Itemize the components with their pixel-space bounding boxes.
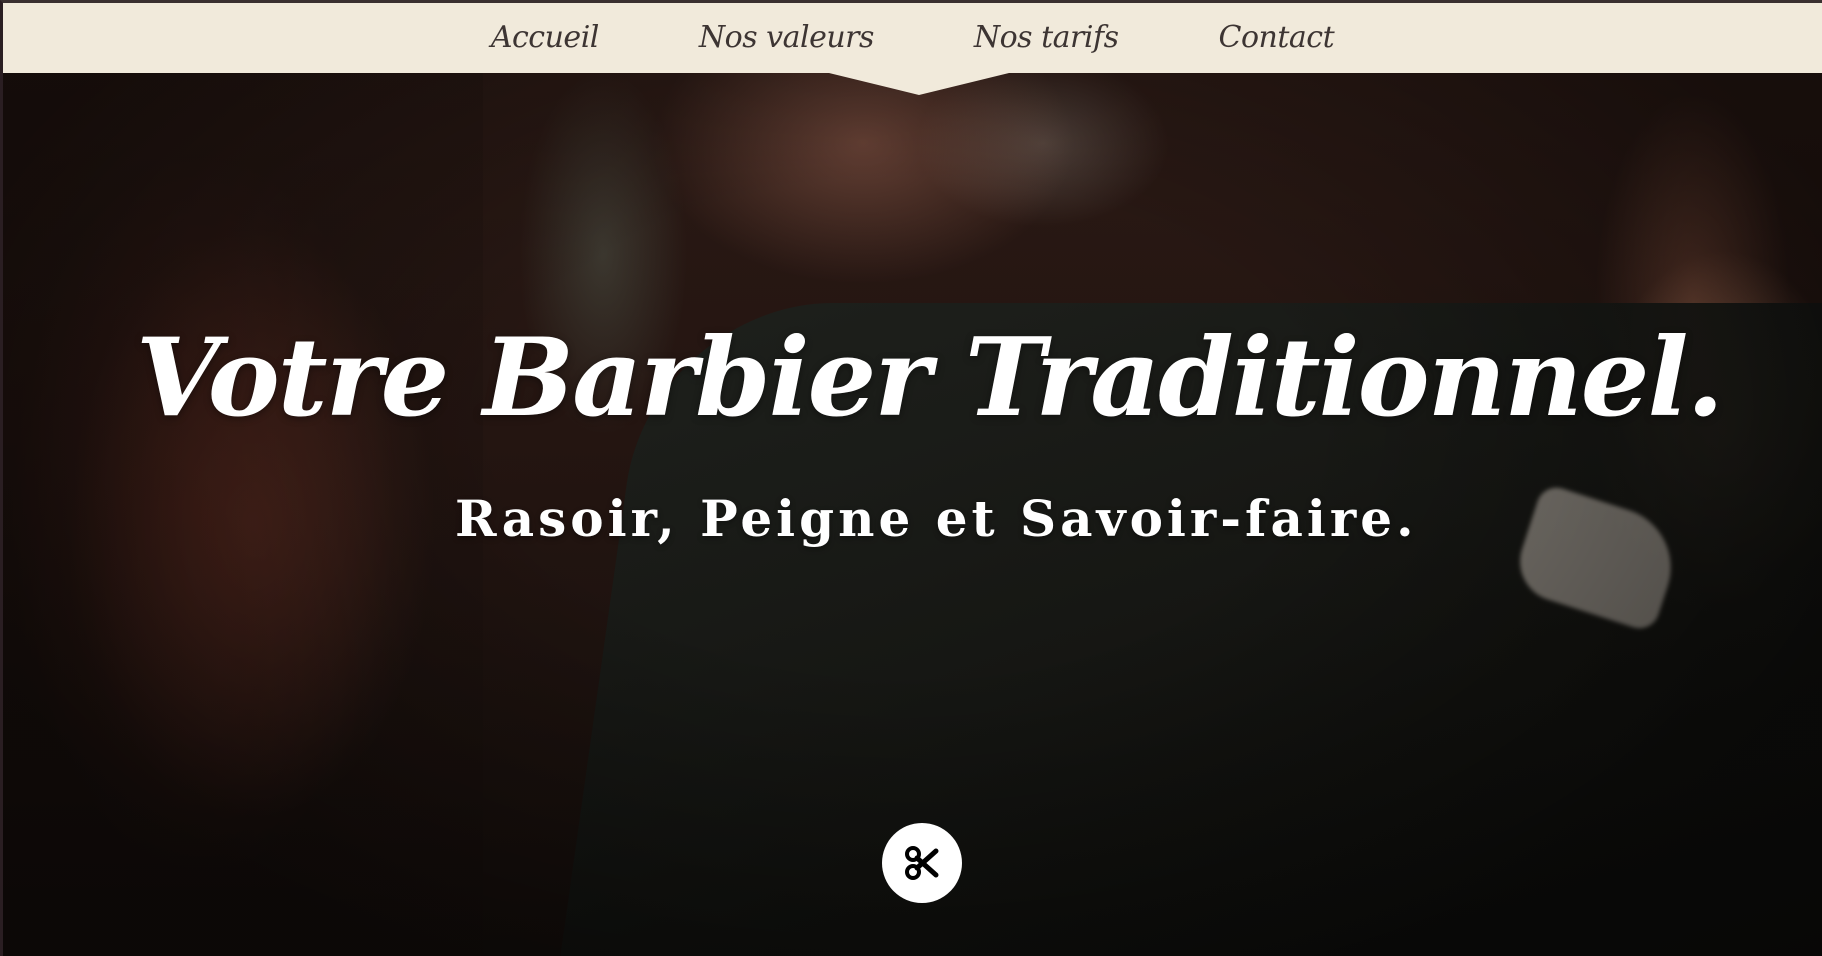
hero-title: Votre Barbier Traditionnel.	[135, 315, 1724, 441]
nav-notch-decoration	[829, 73, 1009, 95]
scissors-icon	[905, 846, 939, 880]
hero-background-image	[3, 3, 1822, 956]
nav-link-contact[interactable]: Contact	[1169, 3, 1385, 73]
nav-link-accueil[interactable]: Accueil	[441, 3, 649, 73]
nav-link-nos-valeurs[interactable]: Nos valeurs	[649, 3, 924, 73]
scroll-down-button[interactable]	[882, 823, 962, 903]
top-navigation: Accueil Nos valeurs Nos tarifs Contact	[3, 3, 1822, 73]
hero-subtitle: Rasoir, Peigne et Savoir-faire.	[455, 489, 1418, 548]
nav-link-nos-tarifs[interactable]: Nos tarifs	[924, 3, 1169, 73]
page: Accueil Nos valeurs Nos tarifs Contact V…	[0, 0, 1822, 956]
hero-vignette	[3, 3, 1822, 956]
